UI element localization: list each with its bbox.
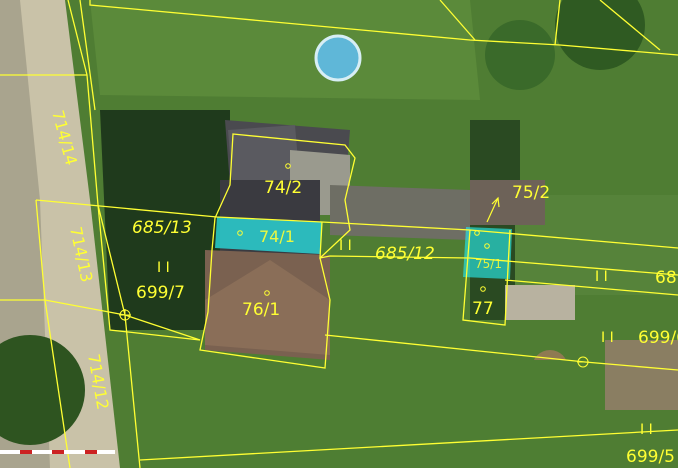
label-74-1: 74/1 [259,227,295,246]
label-685-12: 685/12 [375,244,435,264]
label-699-5: 699/5 [626,447,675,467]
pair-bar-symbol: I I [601,330,614,346]
label-76-1: 76/1 [242,300,280,320]
scale-bar [0,450,115,454]
label-685-13: 685/13 [132,218,192,238]
pair-bar-symbol: I I [595,269,608,285]
map-canvas: 714/14 714/13 714/12 685/13 685/12 699/7… [0,0,678,468]
pair-bar-symbol: I I [339,238,352,254]
pool [314,34,362,82]
cadastral-map[interactable]: 714/14 714/13 714/12 685/13 685/12 699/7… [0,0,678,468]
label-699-7: 699/7 [136,283,185,303]
label-74-2: 74/2 [264,178,302,198]
label-75-2: 75/2 [512,183,550,203]
label-699-partial: 699/6 [638,328,678,348]
pair-bar-symbol: I I [640,422,653,438]
pair-bar-symbol: I I [157,260,170,276]
label-75-1: 75/1 [475,257,502,271]
label-68-partial: 68 [655,268,677,288]
label-77: 77 [472,299,494,319]
parcel-75-1-highlight[interactable] [463,227,512,279]
